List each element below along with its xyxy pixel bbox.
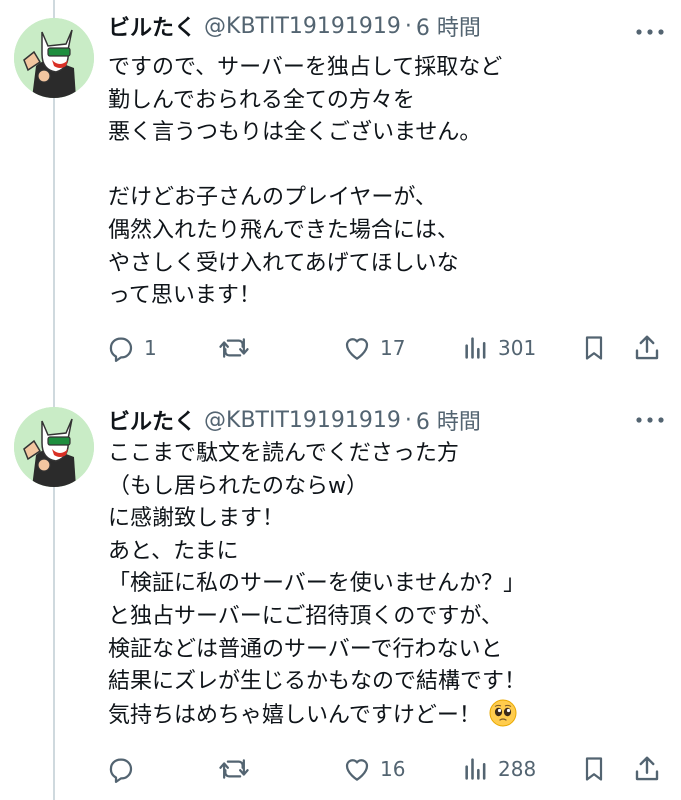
reply-count: 1 [144,336,157,360]
tweet-text-line [108,150,668,183]
bookmark-icon [580,333,608,363]
tweet-header: ビルたく @KBTIT19191919 · 6 時間 [108,8,481,44]
avatar[interactable] [14,18,94,98]
retweet-button[interactable] [218,751,258,787]
heart-icon [342,754,372,784]
user-handle[interactable]: @KBTIT19191919 [204,14,401,39]
tweet-text-line: 偶然入れたり飛んできた場合には、 [108,217,459,243]
pleading-face-emoji [489,699,517,727]
bookmark-button[interactable] [580,751,608,787]
share-icon [632,333,662,363]
tweet-actions: 16 288 [106,751,666,787]
views-chart-icon [462,333,490,363]
more-dots-icon[interactable] [633,410,667,430]
tweet-text-line: 結果にズレが生じるかもなので結構です！ [108,669,527,695]
reply-icon [106,333,136,363]
tweet-text: ですので、サーバーを独占して採取など 勤しんでおられる全ての方々を 悪く言うつも… [108,52,668,313]
tweet-text-line: って思います！ [108,283,261,309]
tweet-2[interactable]: ビルたく @KBTIT19191919 · 6 時間 ここまで駄文を読んでくださ… [0,400,681,800]
avatar[interactable] [14,407,94,487]
tweet-text-line: 「検証に私のサーバーを使いませんか？」 [108,571,526,597]
like-button[interactable]: 17 [342,330,405,366]
tweet-text-line: （もし居られたのならw） [108,473,368,499]
tweet-text-line: ですので、サーバーを独占して採取など [108,55,503,80]
tweet-text-line: と独占サーバーにご招待頂くのですが、 [108,603,503,629]
tweet-text: ここまで駄文を読んでくださった方 （もし居られたのならw） に感謝致します！ あ… [108,438,668,732]
tweet-text-line: 検証などは普通のサーバーで行わないと [108,636,503,662]
tweet-text-line: だけどお子さんのプレイヤーが、 [108,185,437,211]
tweet-header: ビルたく @KBTIT19191919 · 6 時間 [108,402,481,438]
like-count: 16 [380,757,406,781]
tweet-actions: 1 17 301 [106,330,666,366]
bookmark-button[interactable] [580,330,608,366]
tweet-text-line: に感謝致します！ [108,506,285,532]
retweet-button[interactable] [218,330,258,366]
views-chart-icon [462,754,490,784]
tweet-text-line: 気持ちはめちゃ嬉しいんですけどー！ [108,702,481,728]
more-dots-icon[interactable] [633,22,667,42]
share-icon [632,754,662,784]
bookmark-icon [580,754,608,784]
heart-icon [342,333,372,363]
tweet-text-line: ここまで駄文を読んでくださった方 [108,441,459,466]
header-separator: · [404,407,412,433]
reply-button[interactable] [106,751,144,787]
timestamp[interactable]: 6 時間 [416,404,481,436]
tweet-1[interactable]: ビルたく @KBTIT19191919 · 6 時間 ですので、サーバーを独占し… [0,0,681,400]
retweet-icon [218,333,250,363]
reply-button[interactable]: 1 [106,330,157,366]
header-separator: · [404,13,412,39]
display-name[interactable]: ビルたく [108,10,196,42]
views-button[interactable]: 288 [462,751,536,787]
tweet-text-line-with-emoji: 気持ちはめちゃ嬉しいんですけどー！ [108,699,668,733]
share-button[interactable] [632,751,662,787]
reply-icon [106,754,136,784]
views-button[interactable]: 301 [462,330,536,366]
tweet-text-line: あと、たまに [108,538,239,564]
display-name[interactable]: ビルたく [108,404,196,436]
tweet-text-line: やさしく受け入れてあげてほしいな [108,250,459,276]
like-count: 17 [380,336,406,360]
user-handle[interactable]: @KBTIT19191919 [204,408,401,433]
tweet-text-line: 勤しんでおられる全ての方々を [108,87,415,113]
share-button[interactable] [632,330,662,366]
timestamp[interactable]: 6 時間 [416,10,481,42]
tweet-text-line: 悪く言うつもりは全くございません。 [108,120,482,146]
like-button[interactable]: 16 [342,751,405,787]
retweet-icon [218,754,250,784]
views-count: 301 [498,336,537,360]
views-count: 288 [498,757,537,781]
